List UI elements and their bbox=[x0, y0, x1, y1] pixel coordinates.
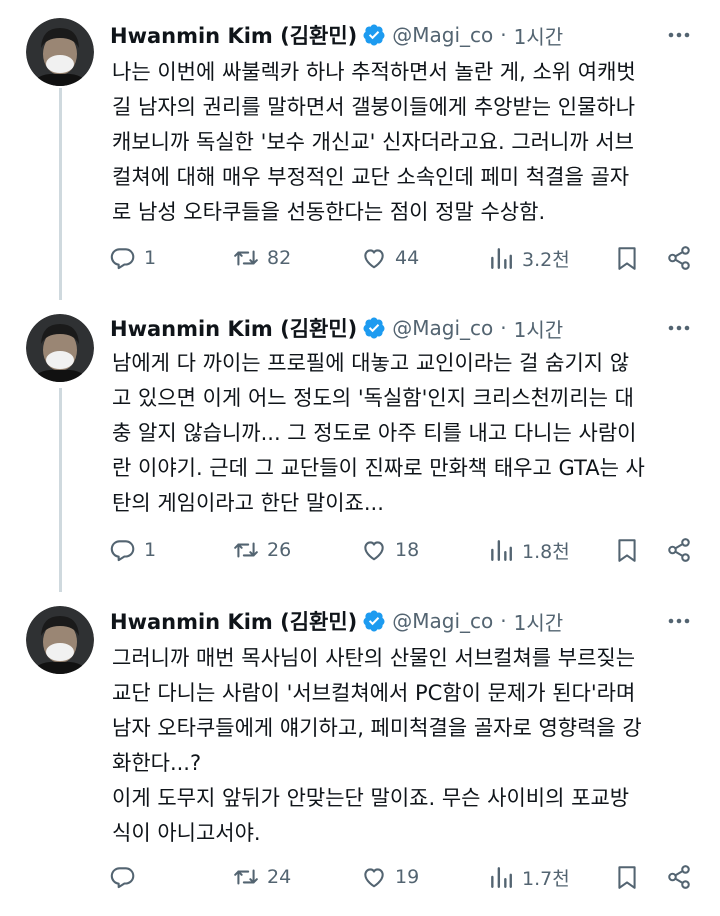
thread-line bbox=[59, 388, 62, 592]
tweet-line: 남자 오타쿠들에게 얘기하고, 페미척결을 골자로 영향력을 강 bbox=[112, 716, 642, 740]
bookmark-button[interactable] bbox=[614, 243, 640, 273]
timestamp[interactable]: 1시간 bbox=[514, 607, 564, 636]
tweet-line: 이게 도무지 앞뒤가 안맞는단 말이죠. 무슨 사이비의 포교방 bbox=[112, 786, 630, 810]
analytics-icon bbox=[491, 248, 512, 269]
share-button[interactable] bbox=[666, 862, 692, 892]
view-count: 1.8천 bbox=[522, 540, 570, 563]
heart-icon bbox=[364, 541, 384, 561]
tweet-line: 란 이야기. 근데 그 교단들이 진짜로 만화책 태우고 GTA는 사 bbox=[112, 456, 645, 480]
verified-badge-icon bbox=[363, 24, 385, 46]
repost-count: 24 bbox=[267, 866, 292, 888]
author-handle[interactable]: @Magi_co bbox=[392, 609, 493, 633]
tweet-line: 고 있으면 이게 어느 정도의 '독실함'인지 크리스천끼리는 대 bbox=[112, 386, 634, 410]
verified-badge-icon bbox=[363, 610, 385, 632]
author-handle[interactable]: @Magi_co bbox=[392, 316, 493, 340]
bookmark-button[interactable] bbox=[614, 862, 640, 892]
repost-count: 82 bbox=[267, 247, 292, 269]
tweet-1[interactable]: Hwanmin Kim (김환민) @Magi_co · 1시간 나는 이번에 … bbox=[0, 0, 720, 300]
tweet-header: Hwanmin Kim (김환민) @Magi_co · 1시간 bbox=[110, 20, 563, 50]
tweet-line: 캐보니까 독실한 '보수 개신교' 신자더라고요. 그러니까 서브 bbox=[112, 130, 634, 154]
analytics-icon bbox=[491, 540, 512, 561]
repost-button[interactable]: 24 bbox=[233, 862, 291, 892]
views-button[interactable]: 3.2천 bbox=[488, 243, 570, 273]
tweet-line: 그러니까 매번 목사님이 사탄의 산물인 서브컬쳐를 부르짖는 bbox=[112, 646, 636, 670]
repost-count: 26 bbox=[267, 539, 292, 561]
separator-dot: · bbox=[500, 316, 507, 340]
thread-line bbox=[59, 88, 62, 300]
avatar[interactable] bbox=[26, 314, 94, 382]
like-button[interactable]: 19 bbox=[361, 862, 419, 892]
author-name[interactable]: Hwanmin Kim (김환민) bbox=[110, 606, 357, 636]
share-icon bbox=[668, 246, 690, 270]
author-handle[interactable]: @Magi_co bbox=[392, 23, 493, 47]
separator-dot: · bbox=[500, 609, 507, 633]
heart-icon bbox=[364, 868, 384, 888]
action-bar: 1 26 18 1.8천 bbox=[110, 535, 695, 565]
tweet-line: 길 남자의 권리를 말하면서 갤붕이들에게 추앙받는 인물하나 bbox=[112, 95, 636, 119]
reply-count: 1 bbox=[144, 539, 157, 561]
author-name[interactable]: Hwanmin Kim (김환민) bbox=[110, 313, 357, 343]
like-button[interactable]: 18 bbox=[361, 535, 419, 565]
like-button[interactable]: 44 bbox=[361, 243, 419, 273]
timestamp[interactable]: 1시간 bbox=[514, 314, 564, 343]
views-button[interactable]: 1.8천 bbox=[488, 535, 570, 565]
tweet-2[interactable]: Hwanmin Kim (김환민) @Magi_co · 1시간 남에게 다 까… bbox=[0, 300, 720, 592]
like-count: 44 bbox=[395, 247, 420, 269]
views-button[interactable]: 1.7천 bbox=[488, 862, 570, 892]
separator-dot: · bbox=[500, 23, 507, 47]
share-icon bbox=[668, 865, 690, 889]
reply-count: 1 bbox=[144, 247, 157, 269]
reply-icon bbox=[110, 540, 135, 562]
tweet-3[interactable]: Hwanmin Kim (김환민) @Magi_co · 1시간 그러니까 매번… bbox=[0, 592, 720, 916]
analytics-icon bbox=[491, 867, 512, 888]
more-options-icon[interactable] bbox=[666, 315, 692, 341]
action-bar: 1 82 44 3.2천 bbox=[110, 243, 695, 273]
reply-button[interactable]: 1 bbox=[110, 243, 156, 273]
view-count: 1.7천 bbox=[522, 867, 570, 890]
tweet-line: 남에게 다 까이는 프로필에 대놓고 교인이라는 걸 숨기지 않 bbox=[112, 351, 630, 375]
tweet-line: 화한다...? bbox=[112, 751, 202, 775]
reply-icon bbox=[110, 248, 135, 270]
more-options-icon[interactable] bbox=[666, 22, 692, 48]
repost-icon bbox=[234, 542, 258, 558]
tweet-line: 탄의 게임이라고 한단 말이죠... bbox=[112, 491, 384, 515]
reply-button[interactable]: 1 bbox=[110, 535, 156, 565]
verified-badge-icon bbox=[363, 317, 385, 339]
bookmark-icon bbox=[618, 539, 636, 562]
reply-button[interactable] bbox=[110, 862, 144, 892]
bookmark-icon bbox=[618, 247, 636, 270]
tweet-header: Hwanmin Kim (김환민) @Magi_co · 1시간 bbox=[110, 606, 563, 636]
tweet-text: 남에게 다 까이는 프로필에 대놓고 교인이라는 걸 숨기지 않 고 있으면 이… bbox=[112, 346, 702, 521]
share-button[interactable] bbox=[666, 535, 692, 565]
view-count: 3.2천 bbox=[522, 248, 570, 271]
repost-icon bbox=[234, 869, 258, 885]
tweet-line: 컬쳐에 대해 매우 부정적인 교단 소속인데 페미 척결을 골자 bbox=[112, 165, 630, 189]
reply-icon bbox=[110, 867, 135, 889]
avatar[interactable] bbox=[26, 606, 94, 674]
repost-icon bbox=[234, 250, 258, 266]
repost-button[interactable]: 26 bbox=[233, 535, 291, 565]
like-count: 18 bbox=[395, 539, 420, 561]
repost-button[interactable]: 82 bbox=[233, 243, 291, 273]
action-bar: 24 19 1.7천 bbox=[110, 862, 695, 892]
more-options-icon[interactable] bbox=[666, 608, 692, 634]
avatar[interactable] bbox=[26, 18, 94, 86]
author-name[interactable]: Hwanmin Kim (김환민) bbox=[110, 20, 357, 50]
tweet-line: 교단 다니는 사람이 '서브컬쳐에서 PC함이 문제가 된다'라며 bbox=[112, 681, 636, 705]
tweet-header: Hwanmin Kim (김환민) @Magi_co · 1시간 bbox=[110, 313, 563, 343]
share-button[interactable] bbox=[666, 243, 692, 273]
bookmark-icon bbox=[618, 866, 636, 889]
tweet-line: 식이 아니고서야. bbox=[112, 821, 261, 845]
tweet-line: 나는 이번에 싸불렉카 하나 추적하면서 놀란 게, 소위 여캐벗 bbox=[112, 60, 636, 84]
bookmark-button[interactable] bbox=[614, 535, 640, 565]
tweet-text: 나는 이번에 싸불렉카 하나 추적하면서 놀란 게, 소위 여캐벗 길 남자의 … bbox=[112, 55, 702, 230]
tweet-text: 그러니까 매번 목사님이 사탄의 산물인 서브컬쳐를 부르짖는 교단 다니는 사… bbox=[112, 641, 702, 851]
heart-icon bbox=[364, 249, 384, 269]
tweet-line: 충 알지 않습니까... 그 정도로 아주 티를 내고 다니는 사람이 bbox=[112, 421, 637, 445]
tweet-line: 로 남성 오타쿠들을 선동한다는 점이 정말 수상함. bbox=[112, 200, 546, 224]
timestamp[interactable]: 1시간 bbox=[514, 21, 564, 50]
share-icon bbox=[668, 538, 690, 562]
like-count: 19 bbox=[395, 866, 420, 888]
